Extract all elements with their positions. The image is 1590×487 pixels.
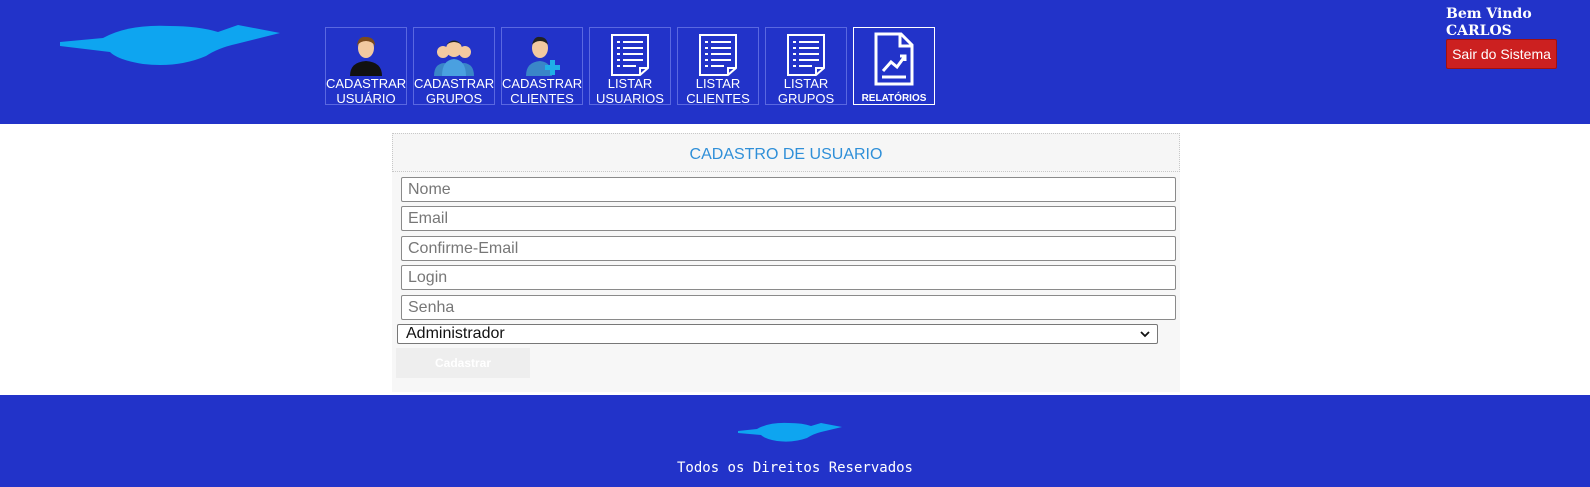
email-field[interactable] — [401, 206, 1176, 231]
nav-label-line1: CADASTRAR — [326, 76, 407, 91]
nav-cadastrar-grupos[interactable]: CADASTRAR GRUPOS — [413, 27, 495, 106]
list-document-icon — [787, 34, 825, 76]
password-field[interactable] — [401, 295, 1176, 320]
cloud-logo-icon — [738, 422, 842, 442]
report-chart-icon — [874, 32, 914, 86]
nav-label-line2: GRUPOS — [425, 91, 483, 106]
nav-label-line1: LISTAR — [695, 76, 741, 91]
form-title: CADASTRO DE USUARIO — [689, 146, 883, 163]
nav-label-line1: CADASTRAR — [502, 76, 583, 91]
user-name: CARLOS — [1446, 23, 1512, 39]
logout-button[interactable]: Sair do Sistema — [1446, 39, 1557, 69]
group-icon — [434, 40, 474, 76]
role-select-value: Administrador — [406, 325, 505, 342]
header-bar: CADASTRAR USUÁRIO CADASTRAR GRUPOS CADAS… — [0, 0, 1590, 124]
nav-label-line1: CADASTRAR — [414, 76, 495, 91]
nav-label-line1: LISTAR — [783, 76, 829, 91]
submit-button[interactable]: Cadastrar — [396, 348, 530, 378]
nav-label-line2: CLIENTES — [510, 91, 574, 106]
list-document-icon — [699, 34, 737, 76]
nav-label-line2: GRUPOS — [777, 91, 835, 106]
chevron-down-icon — [1140, 331, 1150, 338]
welcome-box: Bem Vindo CARLOS — [1446, 6, 1532, 40]
nav-cadastrar-clientes[interactable]: CADASTRAR CLIENTES — [501, 27, 583, 106]
user-form-panel: CADASTRO DE USUARIO Administrador Cadast… — [392, 133, 1180, 392]
form-header: CADASTRO DE USUARIO — [392, 133, 1180, 172]
welcome-label: Bem Vindo — [1446, 6, 1532, 22]
confirm-email-field[interactable] — [401, 236, 1176, 261]
copyright-text: Todos os Direitos Reservados — [676, 460, 913, 476]
footer-bar: Todos os Direitos Reservados — [0, 395, 1590, 487]
login-field[interactable] — [401, 265, 1176, 290]
nav-label-line1: LISTAR — [607, 76, 653, 91]
cloud-logo-icon[interactable] — [58, 20, 283, 70]
nav-label-line2: USUARIOS — [596, 91, 664, 106]
nav-listar-usuarios[interactable]: LISTAR USUARIOS — [589, 27, 671, 106]
name-field[interactable] — [401, 177, 1176, 202]
nav-cadastrar-usuario[interactable]: CADASTRAR USUÁRIO — [325, 27, 407, 106]
nav-label-line2: USUÁRIO — [336, 91, 396, 106]
nav-label-line2: CLIENTES — [686, 91, 750, 106]
list-document-icon — [611, 34, 649, 76]
user-icon — [350, 36, 382, 76]
nav-listar-clientes[interactable]: LISTAR CLIENTES — [677, 27, 759, 106]
add-client-icon — [526, 36, 560, 76]
nav-relatorios[interactable]: RELATÓRIOS — [853, 27, 935, 105]
nav-listar-grupos[interactable]: LISTAR GRUPOS — [765, 27, 847, 106]
role-select[interactable]: Administrador — [397, 324, 1158, 344]
nav-label: RELATÓRIOS — [861, 93, 927, 104]
